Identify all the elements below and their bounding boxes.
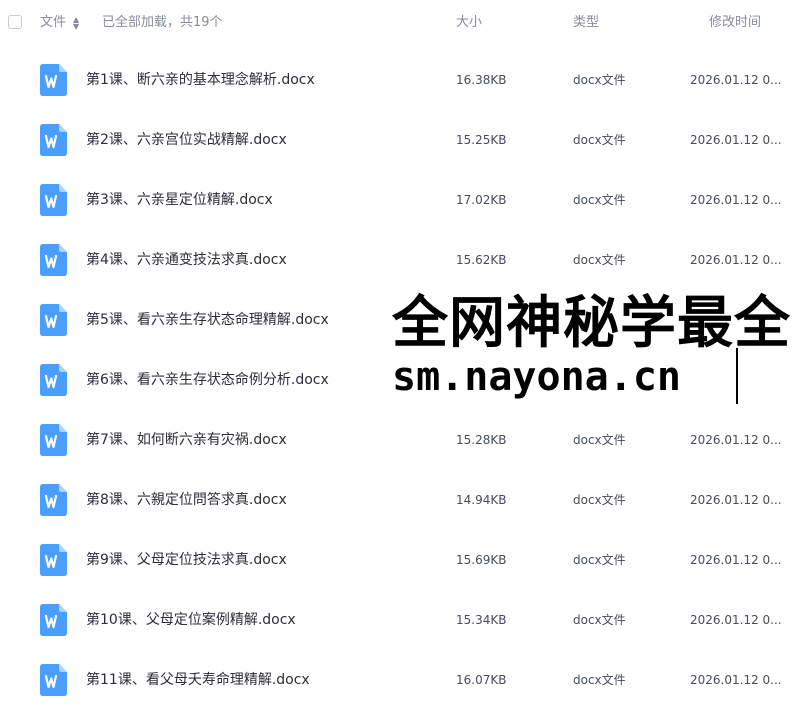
file-modified-time: 2026.01.12 0... xyxy=(690,553,782,567)
file-name[interactable]: 第1课、断六亲的基本理念解析.docx xyxy=(86,72,315,89)
file-type: docx文件 xyxy=(573,553,626,567)
text-caret xyxy=(736,348,738,404)
file-row[interactable]: 第3课、六亲星定位精解.docx 17.02KB docx文件 2026.01.12 … xyxy=(0,170,794,230)
select-all-checkbox[interactable] xyxy=(8,15,22,29)
file-name[interactable]: 第4课、六亲通变技法求真.docx xyxy=(86,252,287,269)
loaded-count-text: 已全部加载，共19个 xyxy=(102,15,223,30)
word-doc-icon xyxy=(40,604,67,636)
file-modified-time: 2026.01.12 0... xyxy=(690,493,782,507)
file-size: 15.34KB xyxy=(456,613,507,627)
column-time-header[interactable]: 修改时间 xyxy=(709,15,761,31)
file-modified-time: 2026.01.12 0... xyxy=(690,133,782,147)
word-doc-icon xyxy=(40,304,67,336)
file-type: docx文件 xyxy=(573,493,626,507)
file-type: docx文件 xyxy=(573,613,626,627)
file-row[interactable]: 第4课、六亲通变技法求真.docx 15.62KB docx文件 2026.01.12… xyxy=(0,230,794,290)
file-type: docx文件 xyxy=(573,253,626,267)
watermark-title: 全网神秘学最全 xyxy=(392,291,791,356)
word-doc-icon xyxy=(40,424,67,456)
file-size: 14.94KB xyxy=(456,493,507,507)
sort-arrows-icon[interactable]: ▲ ▼ xyxy=(73,16,79,31)
file-type: docx文件 xyxy=(573,133,626,147)
file-name[interactable]: 第9课、父母定位技法求真.docx xyxy=(86,552,287,569)
column-name-header[interactable]: 文件 xyxy=(40,15,66,31)
word-doc-icon xyxy=(40,124,67,156)
file-type: docx文件 xyxy=(573,193,626,207)
file-modified-time: 2026.01.12 0... xyxy=(690,73,782,87)
file-name[interactable]: 第7课、如何断六亲有灾祸.docx xyxy=(86,432,287,449)
file-type: docx文件 xyxy=(573,433,626,447)
word-doc-icon xyxy=(40,64,67,96)
file-size: 16.38KB xyxy=(456,73,507,87)
word-doc-icon xyxy=(40,184,67,216)
file-row[interactable]: 第9课、父母定位技法求真.docx 15.69KB docx文件 2026.01.12… xyxy=(0,530,794,590)
file-list-header: 文件 ▲ ▼ 已全部加载，共19个 大小 类型 修改时间 xyxy=(0,0,794,46)
watermark-overlay: 全网神秘学最全 sm.nayona.cn xyxy=(388,291,794,407)
file-modified-time: 2026.01.12 0... xyxy=(690,673,782,687)
file-name[interactable]: 第5课、看六亲生存状态命理精解.docx xyxy=(86,312,329,329)
file-modified-time: 2026.01.12 0... xyxy=(690,613,782,627)
file-type: docx文件 xyxy=(573,73,626,87)
watermark-url: sm.nayona.cn xyxy=(392,354,681,400)
file-modified-time: 2026.01.12 0... xyxy=(690,433,782,447)
file-name[interactable]: 第2课、六亲宫位实战精解.docx xyxy=(86,132,287,149)
file-size: 15.69KB xyxy=(456,553,507,567)
file-name[interactable]: 第10课、父母定位案例精解.docx xyxy=(86,612,296,629)
file-name[interactable]: 第11课、看父母夭寿命理精解.docx xyxy=(86,672,310,689)
file-size: 17.02KB xyxy=(456,193,507,207)
file-size: 16.07KB xyxy=(456,673,507,687)
file-type: docx文件 xyxy=(573,673,626,687)
column-type-header[interactable]: 类型 xyxy=(573,15,599,31)
word-doc-icon xyxy=(40,364,67,396)
file-name[interactable]: 第8课、六親定位問答求真.docx xyxy=(86,492,287,509)
file-name[interactable]: 第3课、六亲星定位精解.docx xyxy=(86,192,273,209)
word-doc-icon xyxy=(40,664,67,696)
file-row[interactable]: 第8课、六親定位問答求真.docx 14.94KB docx文件 2026.01.12… xyxy=(0,470,794,530)
file-modified-time: 2026.01.12 0... xyxy=(690,193,782,207)
word-doc-icon xyxy=(40,544,67,576)
file-size: 15.25KB xyxy=(456,133,507,147)
file-modified-time: 2026.01.12 0... xyxy=(690,253,782,267)
file-size: 15.28KB xyxy=(456,433,507,447)
word-doc-icon xyxy=(40,244,67,276)
column-size-header[interactable]: 大小 xyxy=(456,15,482,31)
word-doc-icon xyxy=(40,484,67,516)
file-row[interactable]: 第2课、六亲宫位实战精解.docx 15.25KB docx文件 2026.01.12… xyxy=(0,110,794,170)
file-row[interactable]: 第7课、如何断六亲有灾祸.docx 15.28KB docx文件 2026.01.12… xyxy=(0,410,794,470)
file-size: 15.62KB xyxy=(456,253,507,267)
file-row[interactable]: 第10课、父母定位案例精解.docx 15.34KB docx文件 2026.01.1… xyxy=(0,590,794,650)
file-row[interactable]: 第11课、看父母夭寿命理精解.docx 16.07KB docx文件 2026.01.… xyxy=(0,650,794,710)
file-name[interactable]: 第6课、看六亲生存状态命例分析.docx xyxy=(86,372,329,389)
file-row[interactable]: 第1课、断六亲的基本理念解析.docx 16.38KB docx文件 2026.01.… xyxy=(0,50,794,110)
